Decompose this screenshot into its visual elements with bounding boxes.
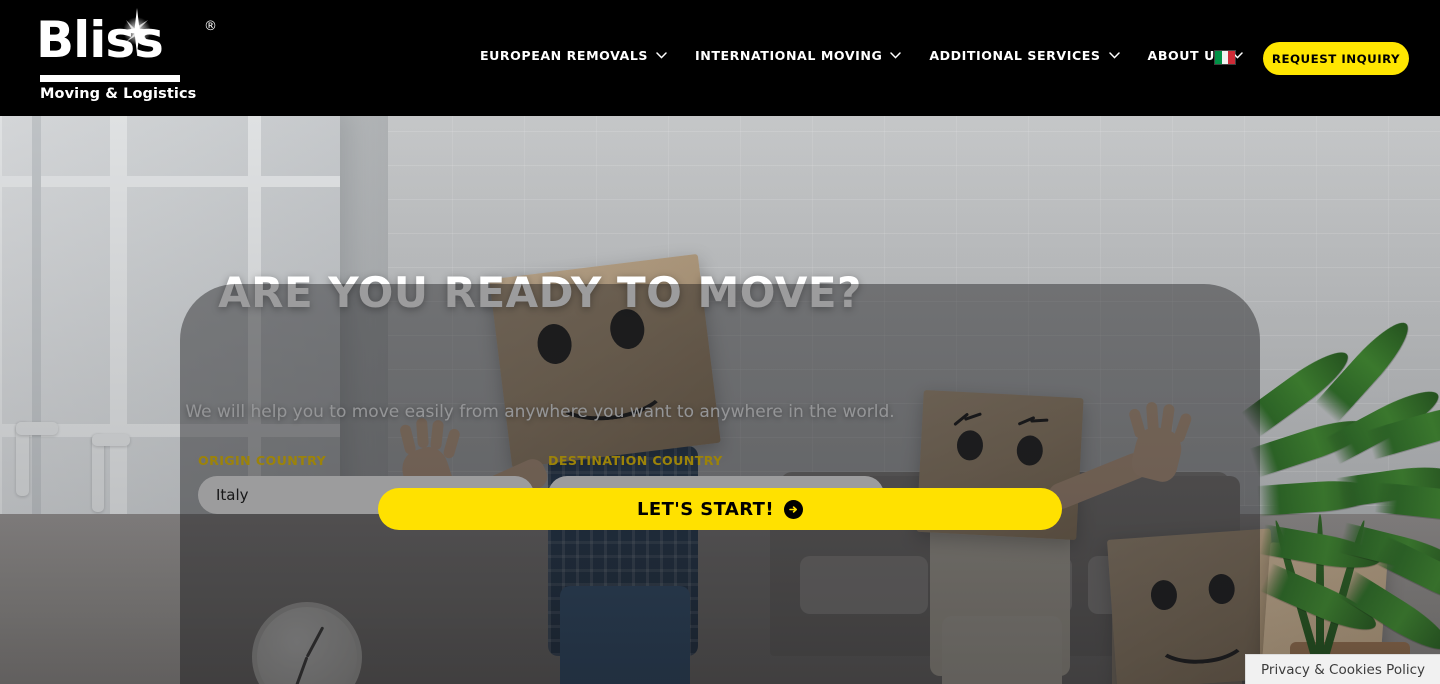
privacy-cookies-policy-label: Privacy & Cookies Policy [1261,661,1425,678]
nav-label: ABOUT US [1147,48,1225,63]
nav-item-international-moving[interactable]: INTERNATIONAL MOVING [681,48,915,63]
site-header: Bliss ® Moving & Logistics EUROPEAN REMO… [0,0,1440,116]
lets-start-label: LET'S START! [637,498,774,520]
nav-label: ADDITIONAL SERVICES [929,48,1101,63]
logo-wordmark: Bliss [36,11,164,69]
nav-item-about-us[interactable]: ABOUT US [1134,48,1258,63]
request-inquiry-button[interactable]: REQUEST INQUIRY [1263,42,1409,75]
request-inquiry-label: REQUEST INQUIRY [1271,51,1401,66]
hero-overlay-card [180,284,1260,684]
privacy-cookies-policy-tab[interactable]: Privacy & Cookies Policy [1245,654,1440,684]
nav-label: EUROPEAN REMOVALS [480,48,649,63]
page-root: ARE YOU READY TO MOVE? We will help you … [0,0,1440,684]
logo-tagline: Moving & Logistics [40,86,197,102]
lets-start-button[interactable]: LET'S START! [378,488,1062,530]
chevron-down-icon [656,52,667,59]
site-logo[interactable]: Bliss ® Moving & Logistics [36,8,217,104]
chevron-down-icon [1108,52,1120,59]
chevron-down-icon [890,52,902,59]
arrow-right-circle-icon [783,499,803,519]
nav-item-additional-services[interactable]: ADDITIONAL SERVICES [915,48,1133,63]
logo-divider [40,75,180,82]
nav-item-european-removals[interactable]: EUROPEAN REMOVALS [480,48,681,63]
nav-label: INTERNATIONAL MOVING [695,48,883,63]
hero-section: ARE YOU READY TO MOVE? We will help you … [0,116,1440,684]
italian-flag-icon[interactable] [1214,50,1236,65]
registered-trademark-icon: ® [204,19,217,34]
